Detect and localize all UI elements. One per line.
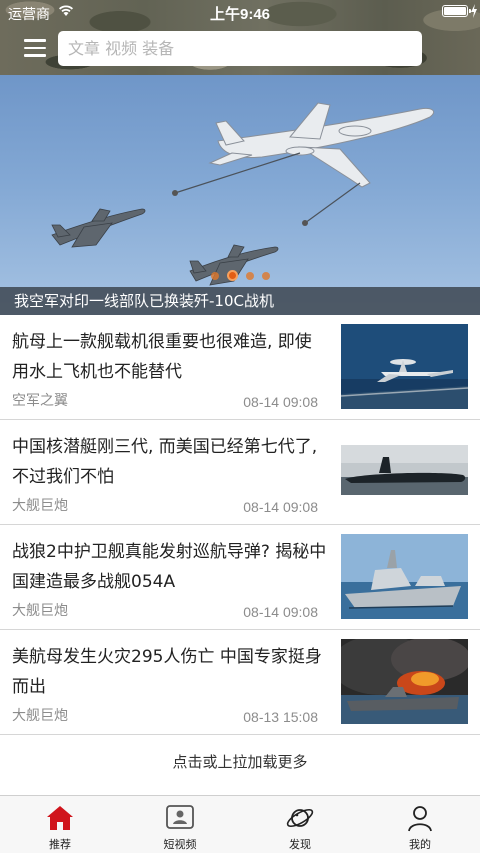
status-bar: 运营商 上午9:46: [0, 0, 480, 24]
tab-label: 推荐: [49, 838, 71, 851]
news-title: 航母上一款舰载机很重要也很难造, 即使用水上飞机也不能替代: [12, 332, 312, 382]
tab-short-video[interactable]: 短视频: [120, 796, 240, 853]
submarine-thumbnail: [341, 429, 468, 514]
menu-icon[interactable]: [24, 39, 46, 57]
news-time: 08-14 09:08: [243, 604, 318, 620]
video-icon: [166, 805, 194, 829]
news-time: 08-13 15:08: [243, 709, 318, 725]
news-source: 大舰巨炮: [12, 708, 68, 724]
news-item[interactable]: 航母上一款舰载机很重要也很难造, 即使用水上飞机也不能替代 空军之翼 08-14…: [0, 315, 480, 420]
news-item[interactable]: 战狼2中护卫舰真能发射巡航导弹? 揭秘中国建造最多战舰054A 大舰巨炮 08-…: [0, 525, 480, 630]
news-item[interactable]: 中国核潜艇刚三代, 而美国已经第七代了, 不过我们不怕 大舰巨炮 08-14 0…: [0, 420, 480, 525]
tab-label: 我的: [409, 838, 431, 851]
clock: 上午9:46: [209, 6, 271, 23]
battery-icon: [442, 5, 471, 17]
news-title: 战狼2中护卫舰真能发射巡航导弹? 揭秘中国建造最多战舰054A: [12, 542, 327, 592]
load-more-button[interactable]: 点击或上拉加载更多: [0, 735, 480, 795]
carrier-fire-thumbnail: [341, 639, 468, 724]
charging-icon: [471, 4, 477, 18]
tab-discover[interactable]: 发现: [240, 796, 360, 853]
tab-bar: 推荐 短视频 发现 我的: [0, 795, 480, 853]
search-input[interactable]: 文章 视频 装备: [58, 31, 422, 66]
user-icon: [408, 806, 432, 832]
news-title: 美航母发生火灾295人伤亡 中国专家挺身而出: [12, 647, 322, 697]
news-source: 大舰巨炮: [12, 498, 68, 514]
planet-icon: [286, 808, 314, 828]
header: 运营商 上午9:46 文章 视频 装备: [0, 0, 480, 75]
carousel-dots[interactable]: [0, 270, 480, 281]
news-time: 08-14 09:08: [243, 499, 318, 515]
news-item[interactable]: 美航母发生火灾295人伤亡 中国专家挺身而出 大舰巨炮 08-13 15:08: [0, 630, 480, 735]
carousel-dot[interactable]: [245, 271, 254, 280]
tab-label: 短视频: [163, 838, 197, 851]
carousel-dot[interactable]: [261, 271, 270, 280]
news-title: 中国核潜艇刚三代, 而美国已经第七代了, 不过我们不怕: [12, 437, 318, 487]
carrier-aircraft-thumbnail: [341, 324, 468, 409]
news-time: 08-14 09:08: [243, 394, 318, 410]
carousel-dot[interactable]: [210, 271, 219, 280]
frigate-thumbnail: [341, 534, 468, 619]
carousel-dot-active[interactable]: [226, 270, 238, 281]
banner-carousel[interactable]: 我空军对印一线部队已换装歼-10C战机: [0, 75, 480, 315]
home-icon: [47, 806, 73, 830]
news-list: 航母上一款舰载机很重要也很难造, 即使用水上飞机也不能替代 空军之翼 08-14…: [0, 315, 480, 735]
news-source: 大舰巨炮: [12, 603, 68, 619]
news-source: 空军之翼: [12, 393, 68, 409]
tab-label: 发现: [289, 838, 311, 851]
banner-caption: 我空军对印一线部队已换装歼-10C战机: [0, 287, 480, 315]
tab-recommend[interactable]: 推荐: [0, 796, 120, 853]
tab-mine[interactable]: 我的: [360, 796, 480, 853]
